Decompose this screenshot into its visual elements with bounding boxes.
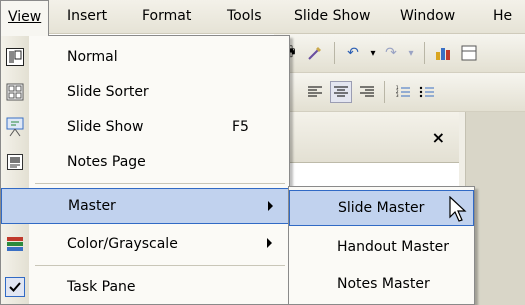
color-grayscale-icon: [5, 234, 25, 254]
redo-icon[interactable]: ↷: [380, 42, 402, 64]
submenu-item-handout-master[interactable]: Handout Master: [289, 229, 474, 265]
align-left-icon[interactable]: [304, 81, 326, 103]
menu-item-label: Slide Sorter: [67, 84, 149, 100]
spelling-icon[interactable]: [304, 42, 326, 64]
slide-sorter-icon: [5, 82, 25, 102]
menu-tools-label: Tools: [227, 8, 262, 24]
menu-item-master[interactable]: Master: [1, 188, 289, 224]
menu-tools[interactable]: Tools: [227, 0, 262, 33]
menu-item-label: Normal: [67, 49, 118, 65]
menu-format[interactable]: Format: [142, 0, 191, 33]
menu-bar: View Insert Format Tools Slide Show Wind…: [0, 0, 525, 36]
insert-chart-icon[interactable]: [432, 42, 454, 64]
normal-view-icon: [5, 47, 25, 67]
menu-item-color-grayscale[interactable]: Color/Grayscale: [1, 226, 289, 262]
menu-window[interactable]: Window: [400, 0, 455, 33]
menu-window-label: Window: [400, 8, 456, 24]
close-icon[interactable]: ×: [432, 128, 445, 147]
menu-view[interactable]: View: [0, 0, 49, 36]
menu-insert-label: Insert: [67, 8, 108, 24]
menu-format-label: Format: [142, 8, 192, 24]
menu-separator: [35, 265, 285, 266]
notes-page-icon: [5, 152, 25, 172]
standard-toolbar: 🖶 ↶ ▾ ↷ ▾: [274, 34, 525, 73]
menu-item-task-pane[interactable]: Task Pane: [1, 269, 289, 305]
master-submenu: Slide Master Handout Master Notes Master: [288, 186, 475, 305]
menu-item-slide-show[interactable]: Slide Show F5: [1, 109, 289, 145]
menu-item-slide-sorter[interactable]: Slide Sorter: [1, 74, 289, 110]
menu-help-label: He: [493, 8, 513, 24]
task-pane-header: ×: [274, 112, 459, 163]
menu-item-notes-page[interactable]: Notes Page: [1, 144, 289, 180]
menu-item-label: Notes Page: [67, 154, 146, 170]
menu-item-label: Color/Grayscale: [67, 236, 178, 252]
mouse-pointer-icon: [449, 195, 469, 228]
menu-separator: [35, 183, 285, 184]
bullets-icon[interactable]: [416, 81, 438, 103]
align-right-icon[interactable]: [356, 81, 378, 103]
checkmark-icon: [5, 277, 25, 297]
insert-table-icon[interactable]: [458, 42, 480, 64]
svg-text:3: 3: [396, 93, 399, 98]
submenu-item-notes-master[interactable]: Notes Master: [289, 266, 474, 302]
numbering-icon[interactable]: 123: [392, 81, 414, 103]
menu-view-label: View: [8, 9, 42, 25]
redo-dropdown-icon[interactable]: ▾: [400, 42, 422, 64]
align-center-icon[interactable]: [330, 81, 352, 103]
submenu-item-label: Slide Master: [338, 200, 425, 216]
formatting-toolbar: 123: [274, 73, 525, 112]
menu-item-label: Slide Show: [67, 119, 144, 135]
menu-item-label: Master: [68, 198, 116, 214]
menu-slide-show[interactable]: Slide Show: [294, 0, 370, 33]
menu-item-label: Task Pane: [67, 279, 136, 295]
menu-item-normal[interactable]: Normal: [1, 39, 289, 75]
submenu-arrow-icon: [267, 238, 272, 248]
undo-icon[interactable]: ↶: [342, 42, 364, 64]
view-menu-dropdown: Normal Slide Sorter Slide Show F5 Notes …: [0, 35, 290, 305]
submenu-arrow-icon: [268, 201, 273, 211]
submenu-item-label: Notes Master: [337, 276, 430, 292]
menu-item-shortcut: F5: [232, 119, 249, 135]
menu-help[interactable]: He: [493, 0, 512, 33]
submenu-item-slide-master[interactable]: Slide Master: [289, 190, 474, 226]
slide-show-icon: [5, 117, 25, 137]
menu-insert[interactable]: Insert: [67, 0, 107, 33]
menu-slide-show-label: Slide Show: [294, 8, 371, 24]
submenu-item-label: Handout Master: [337, 239, 450, 255]
